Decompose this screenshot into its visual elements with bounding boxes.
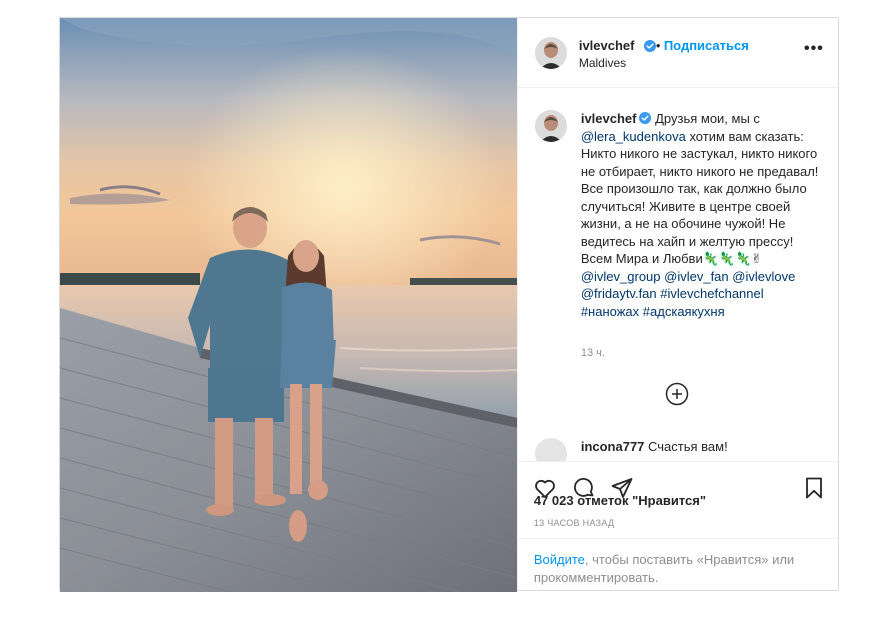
caption-body-2: хотим вам сказать: Никто никого не засту… [580,128,819,267]
caption-text: ivlevchef Друзья мои, мы с @lera_kudenko… [581,110,821,320]
tag-link[interactable]: #наножах [581,304,639,319]
caption-time: 13 ч. [580,347,605,359]
maldives-sunset-photo [60,18,517,592]
username[interactable]: ivlevchef [579,38,635,53]
plus-circle-icon[interactable] [665,382,689,406]
bookmark-icon[interactable] [802,476,826,500]
commenter-avatar[interactable] [534,438,567,461]
login-prompt: Войдите, чтобы поставить «Нравится» или … [517,538,840,592]
caption-body-1: Друзья мои, мы с [655,111,760,126]
separator: • [655,38,661,53]
instagram-post: ivlevchef • Подписаться Maldives ••• ivl… [59,17,840,592]
tag-link[interactable]: @fridaytv.fan [581,286,657,301]
more-options-icon[interactable]: ••• [804,41,824,57]
comments-area: ivlevchef Друзья мои, мы с @lera_kudenko… [518,89,840,461]
tag-link[interactable]: @ivlev_fan [664,269,729,284]
verified-badge-icon [643,40,656,52]
tag-link[interactable]: #адскаякухня [643,304,725,319]
post-photo[interactable] [60,18,517,592]
tag-link[interactable]: @ivlevlove [732,269,795,284]
mention-link[interactable]: @lera_kudenkova [581,129,686,144]
tag-link[interactable]: @ivlev_group [581,269,661,284]
tag-link[interactable]: #ivlevchefchannel [660,286,763,301]
comment-item: incona777 Счастья вам! [534,438,835,461]
location-link[interactable]: Maldives [579,56,626,70]
avatar[interactable] [534,110,567,142]
post-timestamp: 13 ЧАСОВ НАЗАД [533,518,615,528]
avatar[interactable] [534,37,567,69]
comment-text: incona777 Счастья вам! [581,439,728,454]
likes-count[interactable]: 47 023 отметок "Нравится" [534,493,706,508]
emoji-text: 🦎🦎🦎✌ [702,251,763,266]
post-header: ivlevchef • Подписаться Maldives ••• [517,18,840,88]
post-sidebar: ivlevchef • Подписаться Maldives ••• ivl… [516,18,840,592]
verified-badge-icon [639,112,652,124]
comment-body: Счастья вам! [648,439,728,454]
caption-username[interactable]: ivlevchef [581,111,637,126]
follow-button[interactable]: Подписаться [664,38,749,53]
login-link[interactable]: Войдите [534,552,585,567]
commenter-username[interactable]: incona777 [581,439,645,454]
